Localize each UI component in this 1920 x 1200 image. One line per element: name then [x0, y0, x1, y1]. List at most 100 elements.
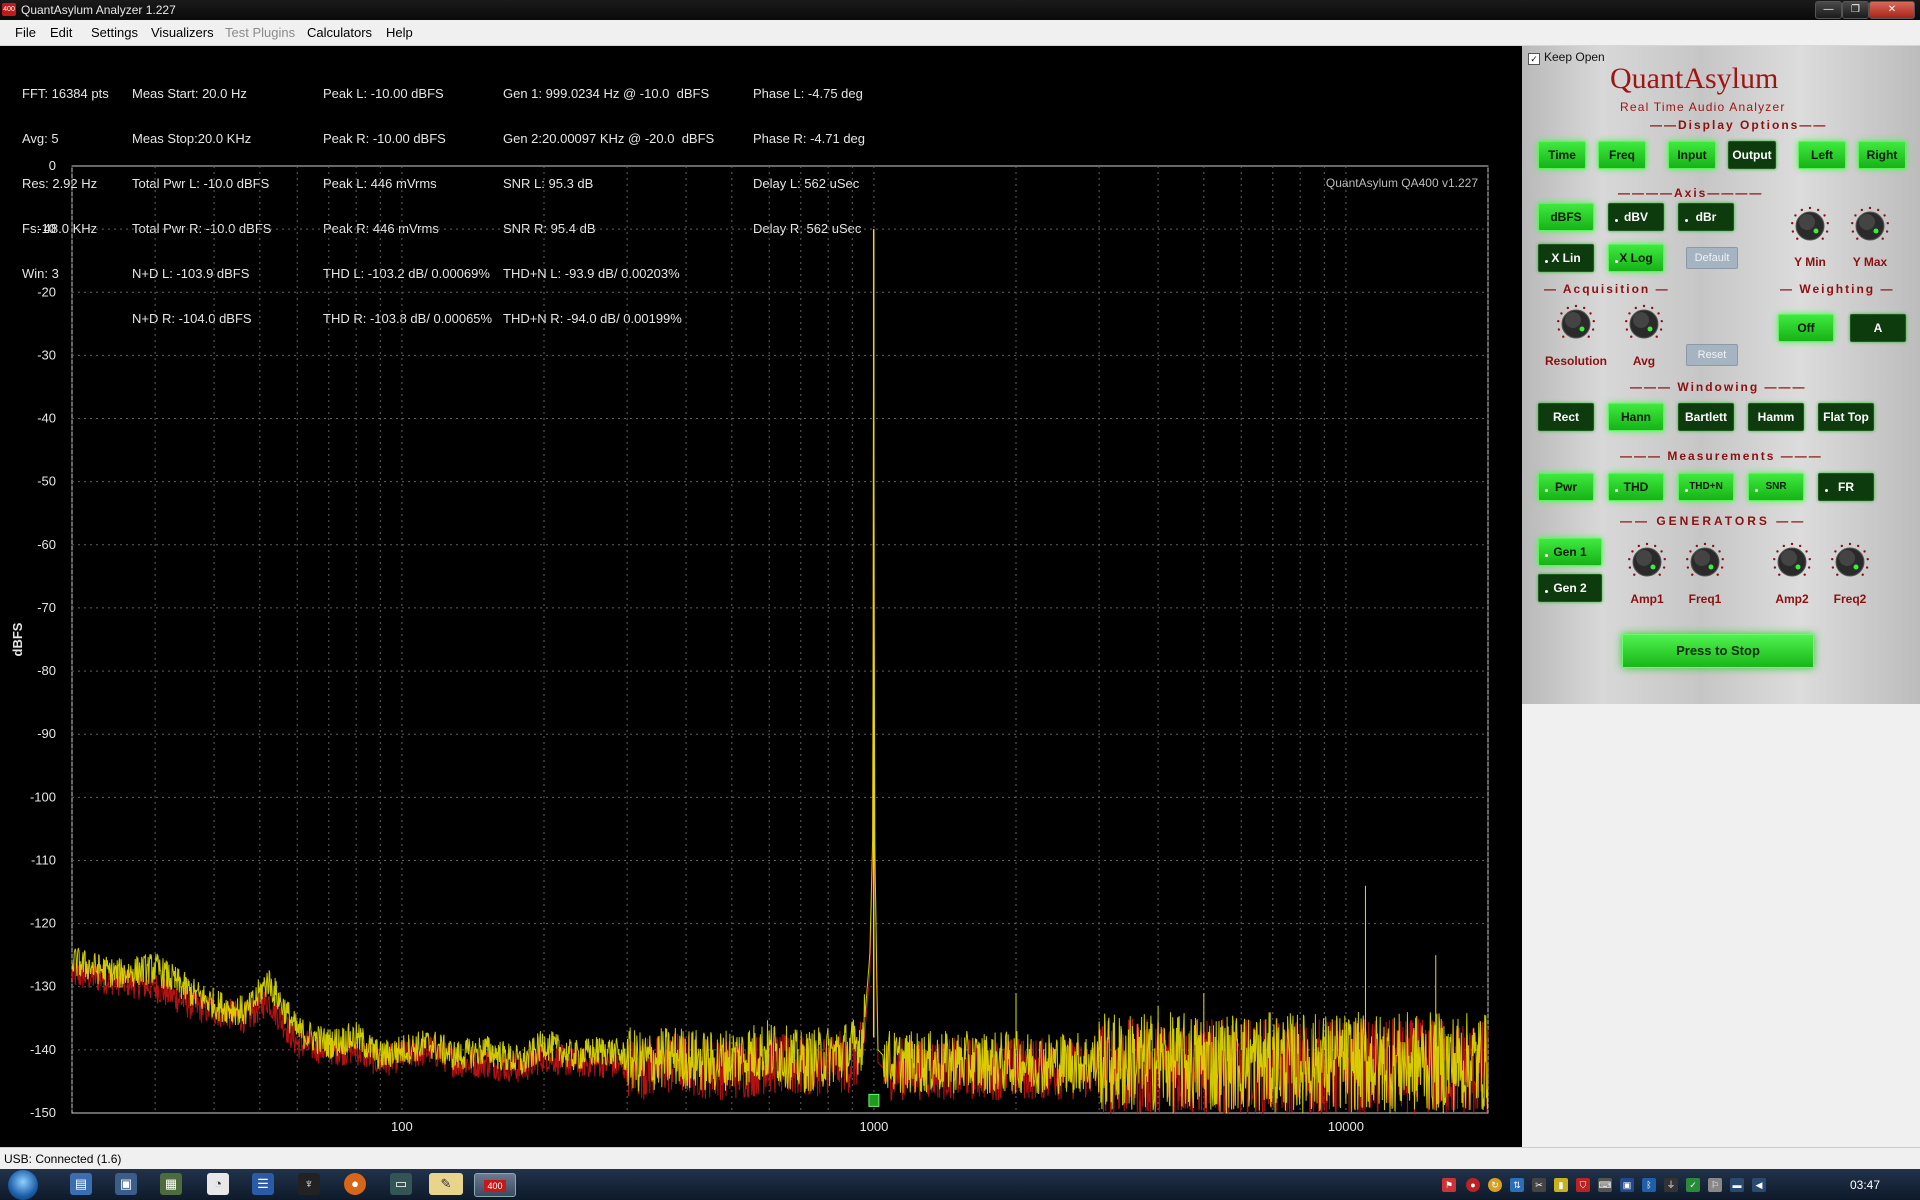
- series-left-line: [71, 254, 1489, 1113]
- folder-icon[interactable]: ▮: [1554, 1178, 1568, 1192]
- axis-dbv-button[interactable]: dBV: [1608, 203, 1664, 231]
- minimize-button[interactable]: —: [1815, 1, 1842, 19]
- ymin-knob[interactable]: [1790, 206, 1830, 246]
- update-icon[interactable]: ↻: [1488, 1178, 1502, 1192]
- amp1-knob[interactable]: [1627, 542, 1667, 582]
- paint-icon[interactable]: ✎: [429, 1173, 463, 1195]
- knob-dial-icon: [1851, 206, 1889, 241]
- shield-icon[interactable]: ⛉: [1576, 1178, 1590, 1192]
- display-left-button[interactable]: Left: [1798, 141, 1846, 169]
- axis-xlin-button[interactable]: X Lin: [1538, 244, 1594, 272]
- start-button[interactable]: [8, 1170, 38, 1200]
- menu-file[interactable]: File: [15, 25, 36, 40]
- monitor-tray-icon[interactable]: ▣: [1620, 1178, 1634, 1192]
- window-hann-button[interactable]: Hann: [1608, 403, 1664, 431]
- axis-dbr-button[interactable]: dBr: [1678, 203, 1734, 231]
- spectrum-chart[interactable]: 0 -10 -20 -30 -40 -50 -60 -70 -80 -90 -100 -110 -120…: [0, 46, 1520, 1147]
- usb-status: USB: Connected (1.6): [4, 1152, 122, 1166]
- y-tick-label: -30: [37, 347, 56, 362]
- amp2-knob[interactable]: [1772, 542, 1812, 582]
- resolution-knob[interactable]: [1556, 304, 1596, 344]
- menu-edit[interactable]: Edit: [50, 25, 72, 40]
- action-center-icon[interactable]: ⚐: [1708, 1178, 1722, 1192]
- analyzer-app-icon[interactable]: 400: [474, 1173, 516, 1197]
- close-button[interactable]: ✕: [1869, 1, 1915, 19]
- section-measurements: ——— Measurements ———: [1620, 449, 1823, 463]
- bluetooth-icon[interactable]: ᛒ: [1642, 1178, 1656, 1192]
- section-generators: —— GENERATORS ——: [1620, 514, 1807, 528]
- freq2-knob[interactable]: [1830, 542, 1870, 582]
- freq1-knob[interactable]: [1685, 542, 1725, 582]
- knob-dial-icon: [1625, 304, 1663, 339]
- sword-icon[interactable]: ♆: [298, 1173, 320, 1195]
- weighting-off-button[interactable]: Off: [1778, 314, 1834, 342]
- ymax-knob[interactable]: [1850, 206, 1890, 246]
- network-icon[interactable]: ⇅: [1510, 1178, 1524, 1192]
- gen2-button[interactable]: Gen 2: [1538, 574, 1602, 602]
- measure-fr-button[interactable]: FR: [1818, 473, 1874, 501]
- flag-icon[interactable]: ⚑: [1442, 1178, 1456, 1192]
- chart-icon[interactable]: ◔: [207, 1173, 229, 1195]
- knob-dial-icon: [1628, 542, 1666, 577]
- volume-icon[interactable]: ◀: [1752, 1178, 1766, 1192]
- knob-dial-icon: [1831, 542, 1869, 577]
- menu-calculators[interactable]: Calculators: [307, 25, 372, 40]
- y-tick-label: -80: [37, 663, 56, 678]
- terminal-icon[interactable]: ▭: [390, 1173, 412, 1195]
- maximize-button[interactable]: ❐: [1842, 1, 1869, 19]
- resolution-label: Resolution: [1545, 354, 1607, 368]
- tools-icon[interactable]: ✂: [1532, 1178, 1546, 1192]
- menu-test-plugins[interactable]: Test Plugins: [225, 25, 295, 40]
- monitor-icon[interactable]: ▦: [160, 1173, 182, 1195]
- window-rect-button[interactable]: Rect: [1538, 403, 1594, 431]
- display-right-button[interactable]: Right: [1858, 141, 1906, 169]
- display-output-button[interactable]: Output: [1728, 141, 1776, 169]
- y-tick-label: -10: [37, 221, 56, 236]
- keyboard-icon[interactable]: ⌨: [1598, 1178, 1612, 1192]
- section-display-options: ——Display Options——: [1650, 118, 1828, 132]
- usb-icon[interactable]: ⏚: [1664, 1178, 1678, 1192]
- plot-area: FFT: 16384 pts Avg: 5 Res: 2.92 Hz Fs: 4…: [0, 46, 1520, 1147]
- knob-dial-icon: [1686, 542, 1724, 577]
- y-tick-label: -60: [37, 537, 56, 552]
- y-tick-label: -100: [30, 789, 56, 804]
- display-time-button[interactable]: Time: [1538, 141, 1586, 169]
- check-icon[interactable]: ✓: [1686, 1178, 1700, 1192]
- axis-xlog-button[interactable]: X Log: [1608, 244, 1664, 272]
- remote-desktop-icon[interactable]: ▣: [115, 1173, 137, 1195]
- axis-dbfs-button[interactable]: dBFS: [1538, 203, 1594, 231]
- measure-thd-button[interactable]: THD: [1608, 473, 1664, 501]
- brand-logo: QuantAsylum: [1610, 62, 1779, 95]
- display-input-button[interactable]: Input: [1668, 141, 1716, 169]
- browser-icon[interactable]: ☰: [252, 1173, 274, 1195]
- record-icon[interactable]: ●: [1466, 1178, 1480, 1192]
- gen1-button[interactable]: Gen 1: [1538, 538, 1602, 566]
- keep-open-checkbox[interactable]: ✓ Keep Open: [1528, 50, 1605, 65]
- power-icon[interactable]: ▬: [1730, 1178, 1744, 1192]
- keep-open-label: Keep Open: [1544, 50, 1605, 64]
- menu-visualizers[interactable]: Visualizers: [151, 25, 214, 40]
- acquisition-reset-button[interactable]: Reset: [1686, 344, 1738, 366]
- measure-snr-button[interactable]: SNR: [1748, 473, 1804, 501]
- display-freq-button[interactable]: Freq: [1598, 141, 1646, 169]
- menu-settings[interactable]: Settings: [91, 25, 138, 40]
- explorer-icon[interactable]: ▤: [70, 1173, 92, 1195]
- measure-pwr-button[interactable]: Pwr: [1538, 473, 1594, 501]
- weighting-a-button[interactable]: A: [1850, 314, 1906, 342]
- window-flattop-button[interactable]: Flat Top: [1818, 403, 1874, 431]
- y-tick-label: -120: [30, 916, 56, 931]
- window-bartlett-button[interactable]: Bartlett: [1678, 403, 1734, 431]
- avg-label: Avg: [1632, 354, 1656, 368]
- axis-default-button[interactable]: Default: [1686, 247, 1738, 269]
- knob-dial-icon: [1773, 542, 1811, 577]
- y-tick-label: -20: [37, 284, 56, 299]
- press-to-stop-button[interactable]: Press to Stop: [1622, 634, 1814, 668]
- avg-knob[interactable]: [1624, 304, 1664, 344]
- window-hamm-button[interactable]: Hamm: [1748, 403, 1804, 431]
- taskbar: ▤ ▣ ▦ ◔ ☰ ♆ ● ▭ ✎ 400 ⚑ ● ↻ ⇅ ✂ ▮ ⛉ ⌨ ▣ …: [0, 1169, 1920, 1200]
- knob-dial-icon: [1557, 304, 1595, 339]
- menu-help[interactable]: Help: [386, 25, 413, 40]
- measure-thdn-button[interactable]: THD+N: [1678, 473, 1734, 501]
- firefox-icon[interactable]: ●: [344, 1173, 366, 1195]
- y-tick-label: -140: [30, 1042, 56, 1057]
